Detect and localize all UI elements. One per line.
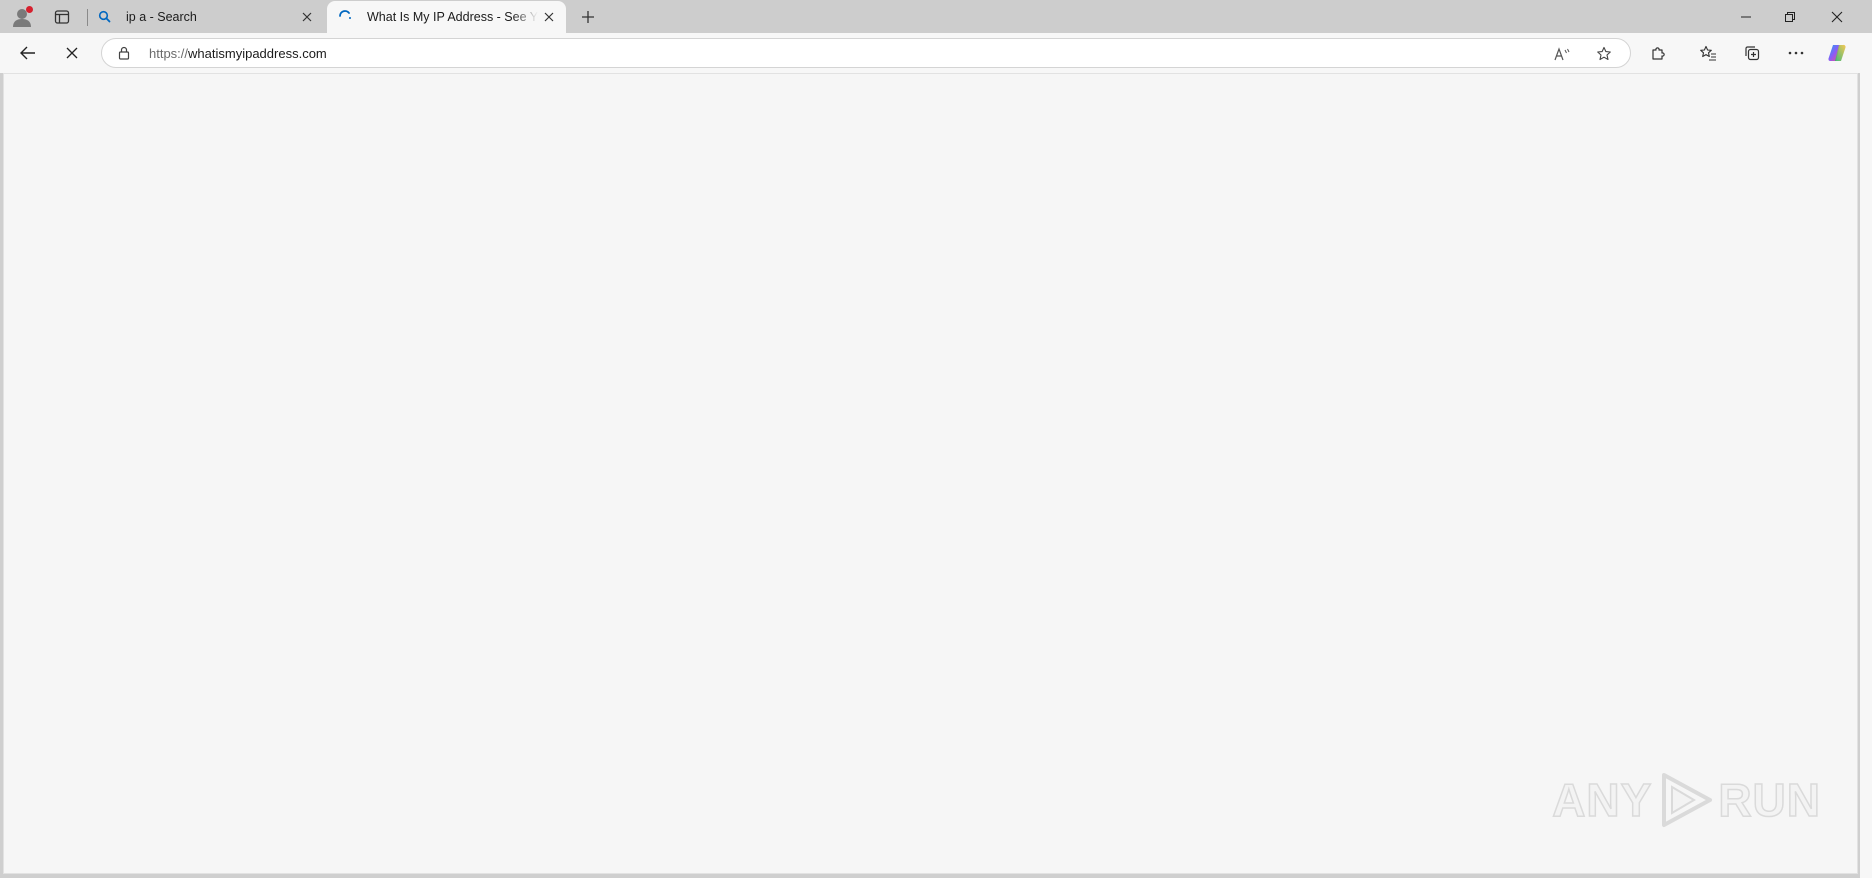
anyrun-watermark: ANY RUN xyxy=(1551,769,1821,831)
tab-close-button[interactable] xyxy=(538,6,560,28)
collections-icon xyxy=(1745,46,1760,61)
url-host: whatismyipaddress.com xyxy=(188,46,327,61)
restore-icon xyxy=(1785,11,1795,22)
lock-icon[interactable] xyxy=(116,45,132,61)
plus-icon xyxy=(582,11,594,23)
copilot-button[interactable] xyxy=(1823,39,1853,67)
extensions-button[interactable] xyxy=(1643,39,1673,67)
copilot-icon xyxy=(1828,44,1846,61)
favorites-button[interactable] xyxy=(1693,39,1723,67)
minimize-icon xyxy=(1741,16,1751,17)
close-icon xyxy=(302,12,312,21)
read-aloud-icon[interactable] xyxy=(1552,44,1574,64)
tab-strip: ip a - Search What Is My IP Address - Se… xyxy=(0,0,1872,33)
restore-button[interactable] xyxy=(1768,0,1812,33)
tab-whatismyip[interactable]: What Is My IP Address - See Your xyxy=(327,1,566,33)
url-scheme: https:// xyxy=(149,46,189,61)
settings-menu-button[interactable] xyxy=(1781,39,1811,67)
stop-loading-button[interactable] xyxy=(57,39,87,67)
watermark-text-left: ANY xyxy=(1551,773,1653,827)
back-arrow-icon xyxy=(20,46,35,60)
notification-dot xyxy=(26,6,33,13)
play-logo-icon xyxy=(1662,773,1713,827)
close-icon xyxy=(544,12,554,22)
search-icon xyxy=(96,9,112,25)
navigation-toolbar: https://whatismyipaddress.com xyxy=(0,33,1872,73)
address-bar[interactable]: https://whatismyipaddress.com xyxy=(101,38,1631,68)
window-close-button[interactable] xyxy=(1815,0,1859,33)
tab-search[interactable]: ip a - Search xyxy=(90,0,324,33)
page-viewport: ANY RUN xyxy=(3,73,1858,874)
tab-close-button[interactable] xyxy=(296,6,318,28)
collections-button[interactable] xyxy=(1737,39,1767,67)
url-text[interactable]: https://whatismyipaddress.com xyxy=(149,46,327,61)
tab-title: What Is My IP Address - See Your xyxy=(367,10,538,24)
watermark-text-right: RUN xyxy=(1718,773,1821,827)
profile-button[interactable] xyxy=(8,4,36,30)
minimize-button[interactable] xyxy=(1724,0,1768,33)
more-ellipsis-icon xyxy=(1788,51,1804,55)
tab-title: ip a - Search xyxy=(126,9,197,24)
back-button[interactable] xyxy=(13,39,43,67)
sidebar-strip xyxy=(1860,73,1872,878)
tab-actions-icon xyxy=(54,10,70,24)
close-icon xyxy=(1831,11,1843,22)
puzzle-icon xyxy=(1652,47,1665,60)
tab-separator xyxy=(87,9,88,26)
favorites-list-icon xyxy=(1700,45,1716,61)
new-tab-button[interactable] xyxy=(576,5,600,29)
stop-loading-icon xyxy=(66,47,78,59)
tab-actions-button[interactable] xyxy=(50,6,74,28)
star-icon[interactable] xyxy=(1593,44,1615,64)
loading-spinner-icon xyxy=(337,9,353,25)
